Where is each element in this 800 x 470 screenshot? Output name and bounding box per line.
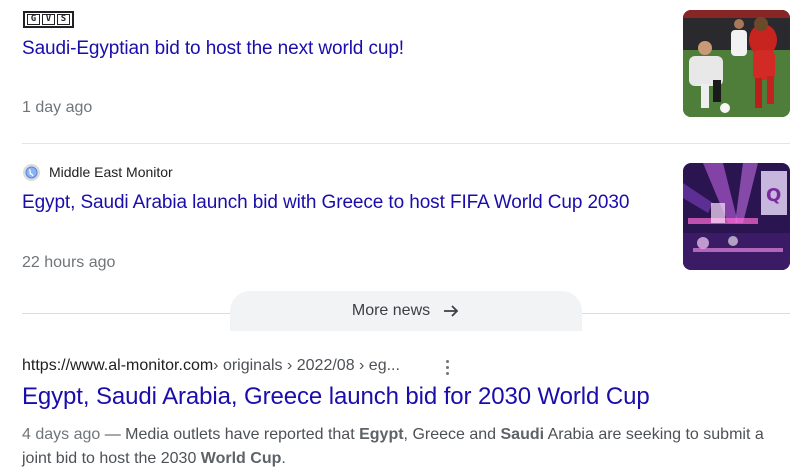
result-snippet: 4 days ago — Media outlets have reported…: [22, 423, 782, 470]
snippet-text: .: [281, 450, 286, 467]
more-options-icon[interactable]: [437, 357, 457, 377]
gvs-source-logo: G V S: [23, 11, 74, 28]
snippet-bold: Egypt: [359, 426, 404, 443]
news-divider: [22, 143, 790, 144]
search-results-page: G V S Saudi-Egyptian bid to host the nex…: [0, 0, 800, 470]
snippet-bold: Saudi: [500, 426, 545, 443]
news-item-2-source: Middle East Monitor: [49, 164, 173, 180]
logo-letter: G: [27, 14, 40, 25]
snippet-bold: World Cup: [200, 450, 282, 467]
result-url[interactable]: https://www.al-monitor.com › originals ›…: [22, 357, 400, 375]
arrow-right-icon: [444, 305, 459, 317]
globe-icon: [23, 164, 40, 181]
news-item-1-title[interactable]: Saudi-Egyptian bid to host the next worl…: [22, 37, 404, 61]
snippet-dash: —: [100, 426, 126, 443]
news-item-1-time: 1 day ago: [22, 99, 93, 116]
result-url-breadcrumbs: › originals › 2022/08 › eg...: [213, 357, 400, 374]
result-date: 4 days ago: [22, 426, 101, 443]
news-item-2-thumbnail[interactable]: Q: [683, 163, 790, 270]
result-url-domain: https://www.al-monitor.com: [22, 357, 214, 374]
more-news-button[interactable]: More news: [230, 291, 582, 331]
news-item-1-thumbnail[interactable]: [683, 10, 790, 117]
snippet-text: , Greece and: [403, 426, 501, 443]
svg-text:Q: Q: [766, 185, 781, 206]
news-item-2-time: 22 hours ago: [22, 254, 116, 271]
news-item-2-title[interactable]: Egypt, Saudi Arabia launch bid with Gree…: [22, 191, 629, 215]
logo-letter: S: [57, 14, 70, 25]
snippet-text: Media outlets have reported that: [125, 426, 360, 443]
result-title[interactable]: Egypt, Saudi Arabia, Greece launch bid f…: [22, 383, 650, 411]
logo-letter: V: [42, 14, 55, 25]
more-news-label: More news: [351, 302, 431, 319]
